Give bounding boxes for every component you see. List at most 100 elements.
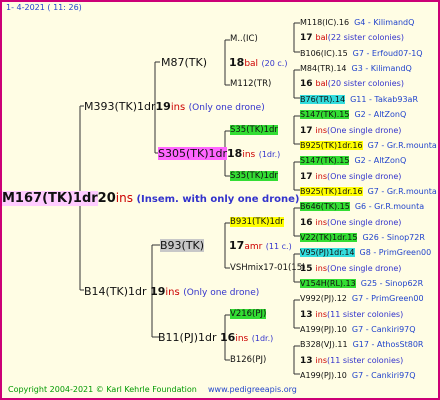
gen1-father-num: 19 [155,100,171,113]
gen4-ins: ins [315,309,327,319]
gen4-ins: bal [315,79,328,89]
gen2-mm: B11(PJ)1dr 16ins (1dr.) [158,331,273,346]
gen4-origin: G7 - Cankiri97Q [351,325,416,334]
gen4-origin: G7 - Cankiri97Q [351,371,416,381]
gen4-note: (One single drone) [327,171,402,181]
gen4-note: (20 sister colonies) [327,79,404,89]
root-queen: M167(TK)1dr20ins (Insem. with only one d… [2,191,299,206]
gen4-ins: ins [315,217,327,227]
gen4-entry: B76(TR).14 G11 - Takab93aR [300,94,418,105]
site-link[interactable]: www.pedigreeapis.org [208,386,297,394]
gen1-father-note: (Only one drone) [188,103,265,113]
gen3-1-name: M112(TR) [230,79,272,89]
gen4-name[interactable]: A199(PJ).10 [300,325,347,334]
gen2-mf-info: 17amr (11 c.) [229,239,292,254]
gen4-origin: G4 - KilimandQ [354,18,415,27]
gen3-2-name: S35(TK)1dr [230,125,278,135]
gen2-fm-name[interactable]: S305(TK)1dr [158,147,227,160]
gen4-name[interactable]: B925(TK)1dr.16 [300,186,363,196]
gen3-4[interactable]: B931(TK)1dr [230,217,284,228]
gen1-mother-num: 19 [150,285,166,298]
gen3-4-name: B931(TK)1dr [230,217,284,227]
gen3-0-name: M..(IC) [230,34,258,44]
gen4-insem-line: 16 bal(20 sister colonies) [300,78,404,90]
gen2-ff-info: 18bal (20 c.) [229,56,287,71]
gen4-insem-line: 13 ins(11 sister colonies) [300,309,403,321]
gen3-3-name: S35(TK)1dr [230,171,278,181]
gen2-mm-name[interactable]: B11(PJ)1dr [158,331,217,344]
gen4-insem-line: 16 ins(One single drone) [300,217,401,229]
gen4-origin: G6 - Gr.R.mounta [354,202,425,212]
root-ins: ins [115,191,133,205]
gen2-ff-ins: bal [244,59,259,69]
gen4-name[interactable]: S147(TK).15 [300,156,350,166]
gen4-name[interactable]: B925(TK)1dr.16 [300,140,363,150]
gen2-fm-num: 18 [227,147,243,160]
gen4-name[interactable]: M84(TR).14 [300,64,347,73]
gen2-ff-num: 18 [229,56,245,69]
copyright: Copyright 2004-2021 © Karl Kehrle Founda… [8,385,197,394]
gen2-ff-name[interactable]: M87(TK) [161,56,207,69]
root-num: 20 [97,191,116,206]
gen3-7[interactable]: B126(PJ) [230,355,266,366]
gen1-father-name[interactable]: M393(TK)1dr [84,100,156,113]
gen4-origin: G25 - Sinop62R [360,278,424,288]
gen4-num: 17 [300,125,313,136]
gen4-entry: V154H(RL).13 G25 - Sinop62R [300,278,423,289]
gen2-ff: M87(TK) [161,56,207,69]
gen4-num: 13 [300,309,313,320]
gen4-name[interactable]: V992(PJ).12 [300,294,347,303]
gen4-num: 17 [300,33,313,44]
gen3-3[interactable]: S35(TK)1dr [230,171,278,182]
gen4-name[interactable]: V154H(RL).13 [300,278,356,288]
gen4-entry: S147(TK).15 G2 - AltZonQ [300,109,406,120]
gen4-origin: G8 - PrimGreen00 [359,248,432,258]
gen4-name[interactable]: S147(TK).15 [300,110,350,120]
gen4-note: (One single drone) [327,263,402,273]
gen3-0[interactable]: M..(IC) [230,34,258,45]
gen2-mm-ins: ins [235,334,249,344]
gen2-mf-ins: amr [244,242,263,252]
gen4-origin: G17 - AthosSt80R [352,340,424,350]
gen2-fm-ins: ins [242,150,256,160]
gen2-mf-name[interactable]: B93(TK) [160,239,205,252]
gen4-origin: G7 - Erfoud07-1Q [352,48,423,58]
gen1-mother-ins: ins [165,287,180,298]
gen4-origin: G2 - AltZonQ [354,110,407,120]
gen4-origin: G2 - AltZonQ [354,156,407,166]
gen4-name[interactable]: V22(TK)1dr.15 [300,232,358,242]
root-name[interactable]: M167(TK)1dr [2,191,98,206]
gen4-insem-line: 17 ins(One single drone) [300,125,401,137]
gen4-name[interactable]: B646(TK).15 [300,202,350,212]
gen4-insem-line: 17 bal(22 sister colonies) [300,32,404,44]
gen4-note: (One single drone) [327,125,402,135]
gen4-entry: M118(IC).16 G4 - KilimandQ [300,17,414,28]
gen4-note: (One single drone) [327,217,402,227]
gen4-entry: B106(IC).15 G7 - Erfoud07-1Q [300,48,423,59]
gen4-ins: ins [315,125,327,135]
gen4-num: 15 [300,263,313,274]
gen4-entry: A199(PJ).10 G7 - Cankiri97Q [300,324,416,335]
gen3-6[interactable]: V216(PJ) [230,309,267,320]
gen2-mf-note: (11 c.) [265,242,292,251]
gen3-6-name: V216(PJ) [230,309,267,319]
gen4-name[interactable]: M118(IC).16 [300,18,349,27]
gen4-name[interactable]: B328(VJ).11 [300,340,348,349]
gen3-2[interactable]: S35(TK)1dr [230,125,278,136]
gen4-num: 13 [300,355,313,366]
gen4-entry: B328(VJ).11 G17 - AthosSt80R [300,339,423,350]
gen3-1[interactable]: M112(TR) [230,79,271,90]
gen4-name[interactable]: B76(TR).14 [300,94,346,104]
gen1-father-ins: ins [170,102,186,113]
gen4-origin: G7 - PrimGreen00 [351,294,424,304]
gen4-origin: G26 - Sinop72R [362,232,425,242]
gen1-mother-name[interactable]: B14(TK)1dr [84,285,147,298]
gen4-name[interactable]: B106(IC).15 [300,49,348,58]
gen4-entry: V95(PJ)1dr.14 G8 - PrimGreen00 [300,247,431,258]
gen4-name[interactable]: A199(PJ).10 [300,371,347,380]
gen4-name[interactable]: V95(PJ)1dr.14 [300,248,355,258]
gen4-insem-line: 15 ins(One single drone) [300,263,401,275]
gen4-entry: S147(TK).15 G2 - AltZonQ [300,155,406,166]
gen4-note: (22 sister colonies) [327,33,404,43]
gen3-5[interactable]: VSHmix17-01(15) [230,263,305,274]
